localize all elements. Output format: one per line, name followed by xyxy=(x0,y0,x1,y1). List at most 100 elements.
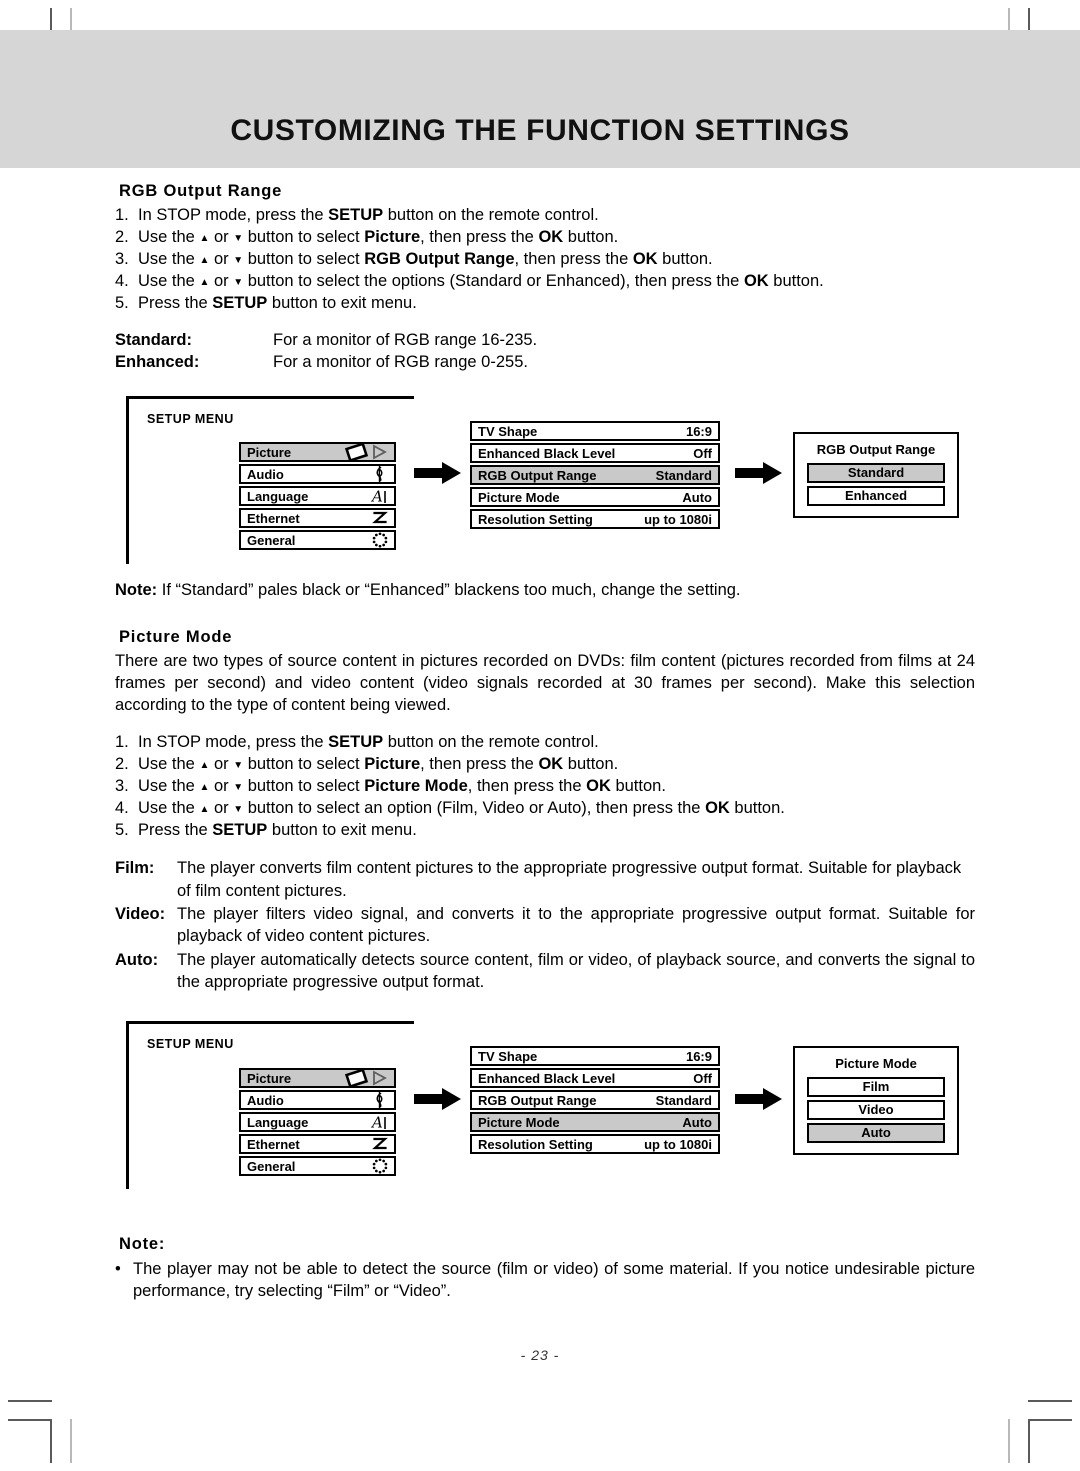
step-text: button to select the options (Standard o… xyxy=(243,271,744,290)
setting-row-enhanced-black-level[interactable]: Enhanced Black Level Off xyxy=(470,443,720,463)
setup-menu-item-label: Audio xyxy=(247,1092,284,1108)
setup-menu-item-audio[interactable]: Audio xyxy=(239,464,396,484)
pm-picture-settings-list[interactable]: TV Shape 16:9 Enhanced Black Level Off RGB O… xyxy=(470,1046,720,1156)
setup-menu-item-icon xyxy=(344,1069,394,1087)
option-auto[interactable]: Auto xyxy=(807,1123,945,1143)
setting-row-picture-mode[interactable]: Picture Mode Auto xyxy=(470,487,720,507)
triangle-down-icon xyxy=(233,228,243,246)
setup-menu-item-general[interactable]: General xyxy=(239,530,396,550)
setup-menu-item-language[interactable]: Language A xyxy=(239,1112,396,1132)
step-text: button to select xyxy=(243,227,365,246)
setting-row-enhanced-black-level[interactable]: Enhanced Black Level Off xyxy=(470,1068,720,1088)
definition-term: Auto: xyxy=(115,950,159,969)
step-text: or xyxy=(209,754,234,773)
step-text: button. xyxy=(729,798,785,817)
setup-menu-item-label: Ethernet xyxy=(247,1136,300,1152)
setting-label: Picture Mode xyxy=(478,489,560,505)
step-number: 5. xyxy=(115,820,129,839)
setup-menu-item-picture[interactable]: Picture xyxy=(239,442,396,462)
emphasis-text: SETUP xyxy=(212,820,268,839)
triangle-down-icon xyxy=(233,777,243,795)
picture-diamond-icon xyxy=(344,1069,388,1087)
instruction-step: 2. Use the or button to select Picture, t… xyxy=(115,754,975,776)
emphasis-text: OK xyxy=(538,754,564,773)
triangle-down-icon xyxy=(233,250,243,268)
setup-menu-item-icon xyxy=(372,1158,394,1174)
step-text: button to select xyxy=(243,776,365,795)
setup-menu-item-ethernet[interactable]: Ethernet xyxy=(239,508,396,528)
rgb-option-panel[interactable]: RGB Output Range Standard Enhanced xyxy=(793,432,959,518)
definition-term: Film: xyxy=(115,859,155,878)
setting-row-resolution-setting[interactable]: Resolution Setting up to 1080i xyxy=(470,1134,720,1154)
rgb-definitions: Standard: For a monitor of RGB range 16-2… xyxy=(115,329,975,374)
instruction-step: 3. Use the or button to select RGB Output… xyxy=(115,249,975,271)
step-text: button to select an option (Film, Video … xyxy=(243,798,706,817)
letter-a-icon: A xyxy=(371,1113,388,1131)
triangle-down-icon xyxy=(233,272,243,290)
emphasis-text: Picture xyxy=(364,754,421,773)
definition-term: Standard: xyxy=(115,330,193,349)
setup-menu-item-icon xyxy=(372,532,394,548)
flow-arrow-1 xyxy=(414,462,462,489)
setting-label: Enhanced Black Level xyxy=(478,445,616,461)
instruction-step: 1. In STOP mode, press the SETUP button o… xyxy=(115,205,975,227)
instruction-step: 5. Press the SETUP button to exit menu. xyxy=(115,820,975,842)
step-text: button. xyxy=(563,754,619,773)
setup-menu-item-audio[interactable]: Audio xyxy=(239,1090,396,1110)
setting-row-tv-shape[interactable]: TV Shape 16:9 xyxy=(470,1046,720,1066)
setting-row-rgb-output-range[interactable]: RGB Output Range Standard xyxy=(470,1090,720,1110)
setup-menu-item-label: General xyxy=(247,532,296,548)
step-text: button to exit menu. xyxy=(267,293,417,312)
step-text: button to exit menu. xyxy=(267,820,417,839)
step-text: button. xyxy=(768,271,824,290)
setup-menu-item-picture[interactable]: Picture xyxy=(239,1068,396,1088)
step-text: In STOP mode, press the xyxy=(138,206,329,224)
emphasis-text: OK xyxy=(632,249,658,268)
step-number: 3. xyxy=(115,776,129,795)
step-text: button to select xyxy=(243,249,365,268)
emphasis-text: SETUP xyxy=(328,206,384,224)
triangle-up-icon xyxy=(199,272,209,290)
step-text: , then press the xyxy=(420,227,539,246)
setup-menu-item-label: Audio xyxy=(247,466,284,482)
option-video[interactable]: Video xyxy=(807,1100,945,1120)
step-text: Use the xyxy=(138,227,200,246)
flow-arrow-2 xyxy=(735,462,783,489)
setup-menu-item-icon: A xyxy=(371,488,394,505)
rgb-section-heading: RGB Output Range xyxy=(119,182,283,200)
option-film[interactable]: Film xyxy=(807,1077,945,1097)
setting-row-rgb-output-range[interactable]: RGB Output Range Standard xyxy=(470,465,720,485)
step-number: 4. xyxy=(115,798,129,817)
step-text: or xyxy=(209,271,234,290)
option-enhanced[interactable]: Enhanced xyxy=(807,486,945,506)
emphasis-text: Picture Mode xyxy=(364,776,468,795)
step-text: Use the xyxy=(138,754,200,773)
step-text: Press the xyxy=(138,293,213,312)
emphasis-text: OK xyxy=(538,227,564,246)
pm-option-panel[interactable]: Picture Mode Film Video Auto xyxy=(793,1046,959,1155)
setup-menu-item-ethernet[interactable]: Ethernet xyxy=(239,1134,396,1154)
step-text: button. xyxy=(610,776,666,795)
bullet-icon: • xyxy=(115,1260,121,1278)
setup-menu-item-language[interactable]: Language A xyxy=(239,486,396,506)
rgb-steps-list: 1. In STOP mode, press the SETUP button o… xyxy=(115,205,975,315)
step-text: Use the xyxy=(138,798,200,817)
setup-menu-item-general[interactable]: General xyxy=(239,1156,396,1176)
setting-row-tv-shape[interactable]: TV Shape 16:9 xyxy=(470,421,720,441)
rgb-picture-settings-list[interactable]: TV Shape 16:9 Enhanced Black Level Off RGB O… xyxy=(470,421,720,531)
step-text: , then press the xyxy=(467,776,587,795)
setting-row-picture-mode[interactable]: Picture Mode Auto xyxy=(470,1112,720,1132)
setting-row-resolution-setting[interactable]: Resolution Setting up to 1080i xyxy=(470,509,720,529)
flow-arrow-4 xyxy=(735,1088,783,1115)
rgb-output-range-section: RGB Output Range 1. In STOP mode, press t… xyxy=(115,182,975,373)
definition-description: For a monitor of RGB range 0-255. xyxy=(273,352,528,371)
setting-value: 16:9 xyxy=(685,1048,712,1064)
step-text: button on the remote control. xyxy=(383,206,599,224)
pm-setup-menu-list[interactable]: Picture Audio Language A Ethernet General xyxy=(239,1068,396,1178)
rgb-setup-menu-list[interactable]: Picture Audio Language A Ethernet General xyxy=(239,442,396,552)
triangle-down-icon xyxy=(233,755,243,773)
option-standard[interactable]: Standard xyxy=(807,463,945,483)
picture-diamond-icon xyxy=(344,443,388,461)
emphasis-text: Picture xyxy=(364,227,421,246)
picture-mode-definitions: Film: The player converts film content pi… xyxy=(115,857,975,993)
